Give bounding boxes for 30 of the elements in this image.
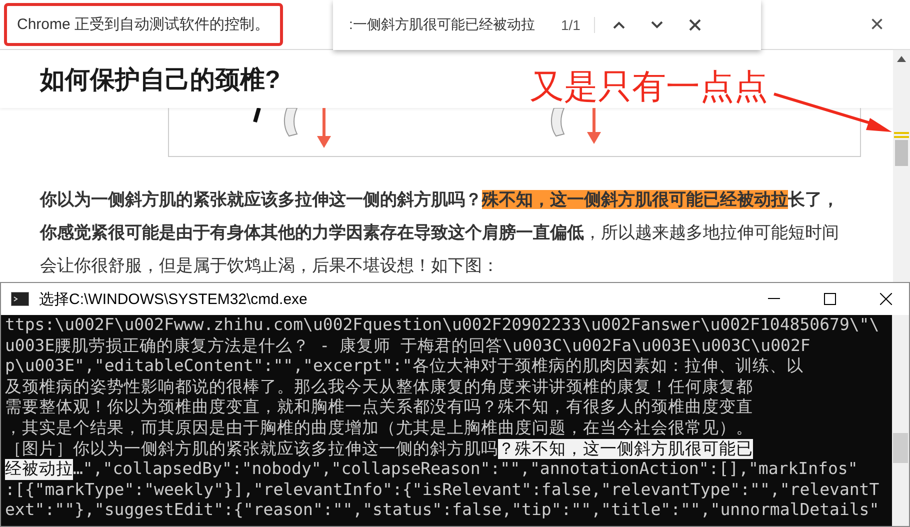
console-text: 及颈椎病的姿势性影响都说的很棒了。那么我今天从整体康复的角度来讲讲颈椎的康复！任何康复都 xyxy=(5,376,753,398)
minimize-icon xyxy=(768,298,780,300)
match-marker xyxy=(894,132,909,134)
selected-console-text: ？殊不知，这一侧斜方肌很可能已 xyxy=(498,438,753,460)
scrollbar-thumb[interactable] xyxy=(893,433,908,463)
console-text: u003E腰肌劳损正确的康复方法是什么？ - 康复师 于梅君的回答\u003C\u002Fa\u003E\u003C\u002F xyxy=(5,336,810,356)
scrollbar-thumb[interactable] xyxy=(895,140,908,166)
match-marker xyxy=(894,136,909,138)
close-button[interactable]: × xyxy=(866,10,888,38)
console-text: ［图片］你以为一侧斜方肌的紧张就应该多拉伸这一侧的斜方肌吗 xyxy=(5,438,498,460)
console-text: :[{"markType":"weekly"}],"relevantInfo":{"isRelevant":false,"relevantType":"","relevantT xyxy=(5,480,880,500)
close-icon xyxy=(687,17,704,33)
article-paragraph: 你以为一侧斜方肌的紧张就应该多拉伸这一侧的斜方肌吗？殊不知，这一侧斜方肌很可能已经被动拉长了，你感觉紧很可能是由于有身体其他的力学因素存在导致这个肩膀一直偏低，所以越来越多地拉伸可能短时间会让你很舒服，但是属于饮鸩止渴，后果不堪设想！如下图： xyxy=(40,189,840,277)
match-count: 1/1 xyxy=(561,17,596,33)
console-text: ext":""},"suggestEdit":{"reason":"","status":false,"tip":"","title":"","unnormalDetails" xyxy=(5,500,880,521)
selected-console-text: 经被动拉 xyxy=(5,459,73,480)
console-text: p\u003E","editableContent":"","excerpt":"各位大神对于颈椎病的肌肉因素如：拉伸、训练、以 xyxy=(5,356,804,377)
maximize-icon xyxy=(824,293,836,305)
window-title: 选择C:\WINDOWS\SYSTEM32\cmd.exe xyxy=(39,290,308,308)
annotation-text: 又是只有一点点 xyxy=(530,67,768,108)
console-app-icon xyxy=(11,292,29,306)
console-text: …","collapsedBy":"nobody","collapseReason":"","annotationAction":[],"markInfos" xyxy=(73,459,858,480)
infobar-message: Chrome 正受到自动测试软件的控制。 xyxy=(4,3,283,46)
console-text: 需要整体观！你以为颈椎曲度变直，就和胸椎一点关系都没有吗？殊不知，有很多人的颈椎曲度变直 xyxy=(5,397,753,418)
console-text: ttps:\u002F\u002Fwww.zhihu.com\u002Fquestion\u002F20902233\u002Fanswer\u002F104850679\"\ xyxy=(5,315,880,336)
console-text: ，其实是个结果，而其原因是由于胸椎的曲度增加（尤其是上胸椎曲度问题，在当今社会很常见）。 xyxy=(5,418,753,439)
console-scrollbar[interactable] xyxy=(892,315,909,526)
page-scrollbar[interactable] xyxy=(893,50,910,282)
close-icon xyxy=(880,293,892,305)
scroll-up-icon xyxy=(897,56,906,62)
